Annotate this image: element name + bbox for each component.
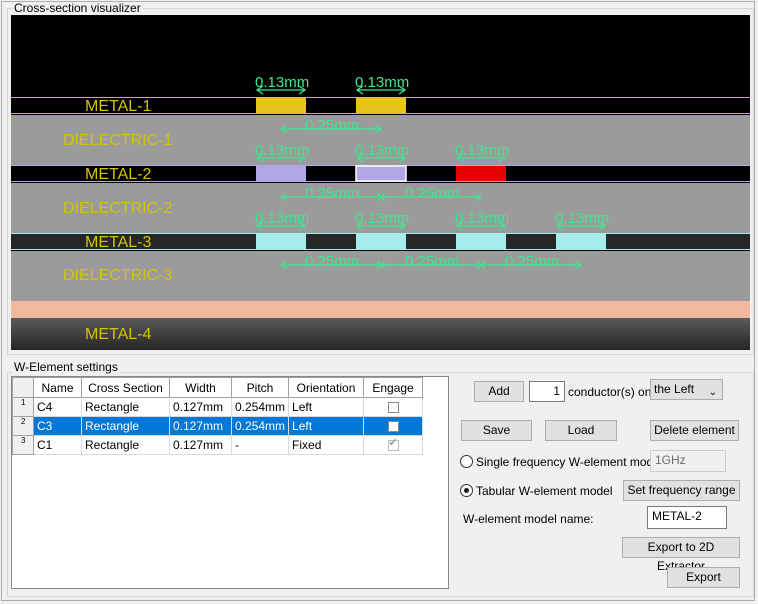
side-select-value: the Left	[654, 382, 695, 396]
cell-engage: ✔	[363, 435, 424, 455]
metal3-conductor-2	[356, 234, 406, 249]
dim-width-m2-1: 0.13mm	[255, 142, 309, 159]
dim-pitch-m3-2: 0.25mm	[405, 253, 459, 270]
metal2-conductor-1	[256, 166, 306, 181]
layer-label-dielectric3: DIELECTRIC-3	[63, 267, 172, 284]
column-header-name[interactable]: Name	[33, 377, 82, 398]
cell-cross-section[interactable]: Rectangle	[81, 397, 170, 417]
table-row[interactable]: 1 C4 Rectangle 0.127mm 0.254mm Left	[12, 397, 424, 417]
cell-name[interactable]: C4	[33, 397, 82, 417]
dim-width-m2-2: 0.13mm	[355, 142, 409, 159]
cell-cross-section[interactable]: Rectangle	[81, 416, 170, 436]
cell-pitch[interactable]: 0.254mm	[230, 416, 290, 436]
tabular-model-radio[interactable]	[460, 484, 473, 497]
column-header-engage[interactable]: Engage	[363, 377, 424, 398]
side-select[interactable]: the Left ⌄	[650, 379, 723, 400]
cell-orientation[interactable]: Left	[288, 416, 365, 436]
cell-pitch[interactable]: -	[230, 435, 290, 455]
table-corner[interactable]	[12, 377, 34, 398]
table-row-selected[interactable]: 2 C3 Rectangle 0.127mm 0.254mm Left	[12, 416, 424, 436]
layer-label-metal2: METAL-2	[85, 166, 151, 183]
conductors-on-label: conductor(s) on	[568, 385, 652, 399]
column-header-pitch[interactable]: Pitch	[230, 377, 290, 398]
dim-pitch-m3-3: 0.25mm	[505, 253, 559, 270]
metal1-conductor-2	[356, 98, 406, 113]
cross-section-drawing: METAL-1 DIELECTRIC-1 METAL-2 DIELECTRIC-…	[11, 74, 750, 350]
cell-width[interactable]: 0.127mm	[169, 416, 232, 436]
cell-name[interactable]: C1	[33, 435, 82, 455]
delete-element-button[interactable]: Delete element	[650, 420, 739, 441]
model-name-input[interactable]: METAL-2	[647, 506, 727, 529]
metal2-conductor-active	[456, 166, 506, 181]
model-name-label: W-element model name:	[463, 512, 594, 526]
dim-pitch-m2-2: 0.25mm	[405, 185, 459, 202]
set-frequency-range-button[interactable]: Set frequency range	[623, 480, 740, 501]
cell-name[interactable]: C3	[33, 416, 82, 436]
dim-width-m2-3: 0.13mm	[455, 142, 509, 159]
dim-width-m3-4: 0.13mm	[555, 210, 609, 227]
cell-cross-section[interactable]: Rectangle	[81, 435, 170, 455]
column-header-cross-section[interactable]: Cross Section	[81, 377, 170, 398]
cell-engage	[363, 416, 424, 436]
cell-width[interactable]: 0.127mm	[169, 435, 232, 455]
metal2-conductor-2	[355, 165, 407, 182]
column-header-width[interactable]: Width	[169, 377, 232, 398]
dim-width-m1-1: 0.13mm	[255, 74, 309, 91]
table-row[interactable]: 3 C1 Rectangle 0.127mm - Fixed ✔	[12, 435, 424, 455]
metal3-conductor-1	[256, 234, 306, 249]
cell-orientation[interactable]: Left	[288, 397, 365, 417]
engage-checkbox[interactable]	[387, 402, 399, 414]
save-button[interactable]: Save	[461, 420, 532, 441]
dim-width-m3-1: 0.13mm	[255, 210, 309, 227]
dim-width-m3-3: 0.13mm	[455, 210, 509, 227]
table-header-row: Name Cross Section Width Pitch Orientati…	[12, 377, 424, 398]
load-button[interactable]: Load	[545, 420, 617, 441]
layer-label-metal1: METAL-1	[85, 98, 151, 115]
cell-orientation[interactable]: Fixed	[288, 435, 365, 455]
cell-pitch[interactable]: 0.254mm	[230, 397, 290, 417]
layer-label-dielectric1: DIELECTRIC-1	[63, 132, 172, 149]
export-button[interactable]: Export	[667, 567, 740, 588]
check-icon: ✔	[388, 437, 398, 450]
cell-engage	[363, 397, 424, 417]
dim-width-m1-2: 0.13mm	[355, 74, 409, 91]
engage-checkbox-checked: ✔	[387, 437, 399, 452]
w-element-settings-title: W-Element settings	[12, 360, 120, 374]
row-header[interactable]: 3	[12, 435, 34, 455]
dim-pitch-m2-1: 0.25mm	[305, 185, 359, 202]
metal3-conductor-3	[456, 234, 506, 249]
layer-label-metal4: METAL-4	[85, 326, 151, 343]
layer-label-dielectric2: DIELECTRIC-2	[63, 200, 172, 217]
row-header[interactable]: 2	[12, 416, 34, 436]
tabular-model-label[interactable]: Tabular W-element model	[476, 484, 613, 498]
dim-pitch-m3-1: 0.25mm	[305, 253, 359, 270]
add-button[interactable]: Add	[474, 381, 524, 402]
conductor-count-input[interactable]: 1	[529, 381, 565, 402]
dim-width-m3-2: 0.13mm	[355, 210, 409, 227]
export-2d-extractor-button[interactable]: Export to 2D Extractor	[622, 537, 740, 573]
chevron-down-icon: ⌄	[708, 387, 717, 398]
cross-section-canvas[interactable]: METAL-1 DIELECTRIC-1 METAL-2 DIELECTRIC-…	[11, 15, 750, 350]
metal3-conductor-4	[556, 234, 606, 249]
layer-label-metal3: METAL-3	[85, 234, 151, 251]
w-element-table[interactable]: Name Cross Section Width Pitch Orientati…	[11, 376, 449, 589]
single-frequency-radio[interactable]	[460, 455, 473, 468]
dim-pitch-m1-1: 0.25mm	[305, 117, 359, 134]
row-header[interactable]: 1	[12, 397, 34, 417]
cross-section-title: Cross-section visualizer	[12, 1, 143, 15]
metal4-plane-top	[11, 301, 750, 318]
metal1-conductor-1	[256, 98, 306, 113]
column-header-orientation[interactable]: Orientation	[288, 377, 365, 398]
cell-width[interactable]: 0.127mm	[169, 397, 232, 417]
engage-checkbox[interactable]	[387, 421, 399, 433]
single-frequency-label[interactable]: Single frequency W-element model	[476, 455, 663, 469]
single-frequency-input: 1GHz	[650, 450, 726, 472]
